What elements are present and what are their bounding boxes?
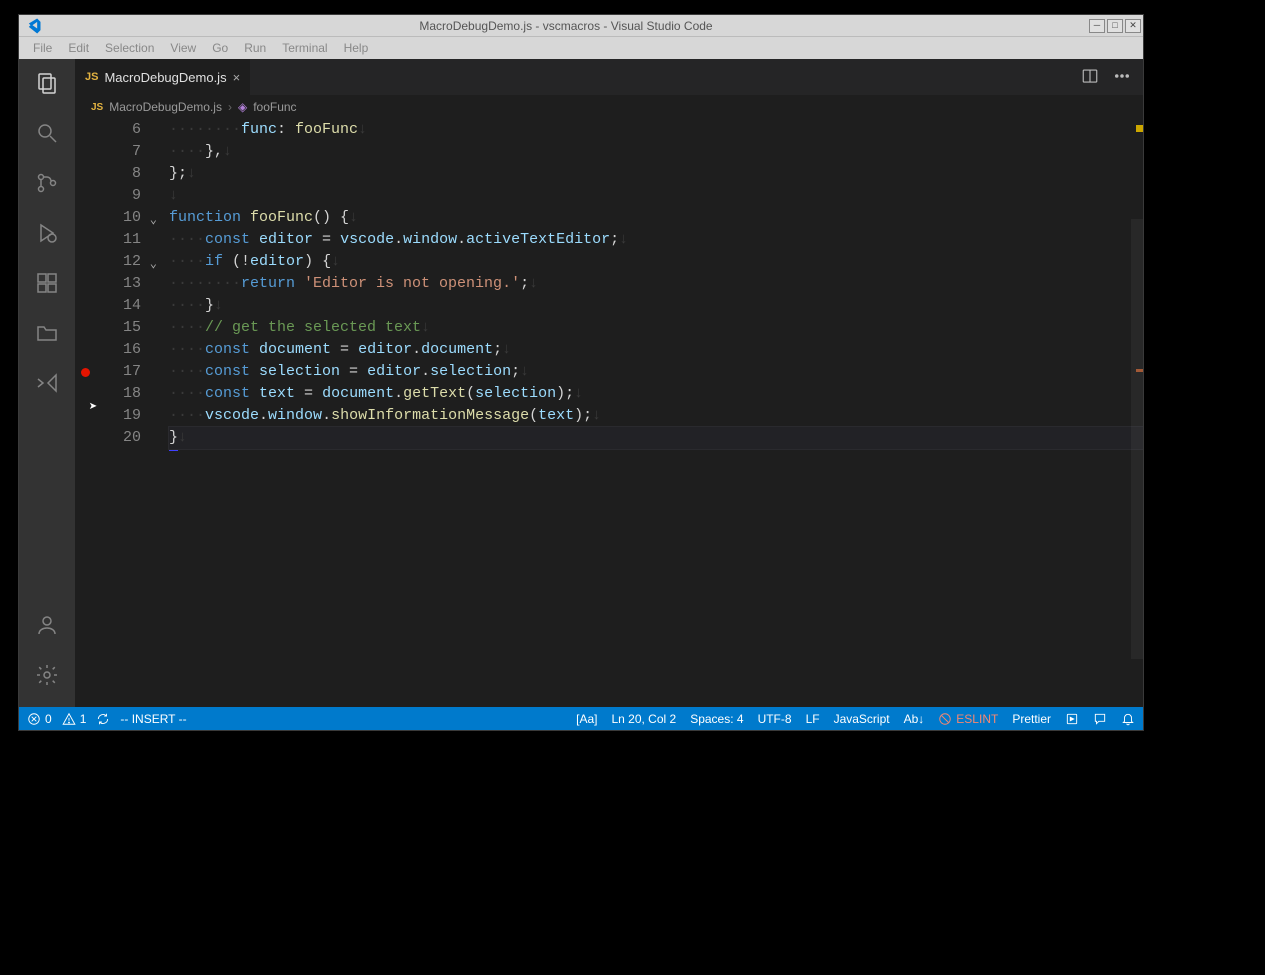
code-line[interactable]: };↓ (169, 163, 1143, 185)
status-encoding[interactable]: UTF-8 (758, 712, 792, 726)
line-number[interactable]: 11 (75, 229, 141, 251)
menu-help[interactable]: Help (336, 39, 377, 57)
code-line[interactable]: ····const text = document.getText(select… (169, 383, 1143, 405)
js-icon: JS (91, 102, 103, 113)
breadcrumb[interactable]: JS MacroDebugDemo.js › ◈ fooFunc (75, 95, 1143, 119)
status-errors[interactable]: 0 (27, 712, 52, 726)
code-line[interactable]: ········return 'Editor is not opening.';… (169, 273, 1143, 295)
line-number[interactable]: 7 (75, 141, 141, 163)
code-line[interactable]: ····// get the selected text↓ (169, 317, 1143, 339)
settings-icon[interactable] (33, 661, 61, 689)
vs-icon[interactable] (33, 369, 61, 397)
code-line[interactable]: function fooFunc() {↓ (169, 207, 1143, 229)
folder-icon[interactable] (33, 319, 61, 347)
run-debug-icon[interactable] (33, 219, 61, 247)
gutter[interactable]: 678910⌄1112⌄1314151617181920 (75, 119, 149, 707)
fold-icon[interactable]: ⌄ (150, 209, 157, 231)
menu-run[interactable]: Run (236, 39, 274, 57)
status-warnings[interactable]: 1 (62, 712, 87, 726)
fold-icon[interactable]: ⌄ (150, 253, 157, 275)
search-icon[interactable] (33, 119, 61, 147)
code-line[interactable]: ····if (!editor) {↓ (169, 251, 1143, 273)
menu-terminal[interactable]: Terminal (274, 39, 335, 57)
status-vim-mode: -- INSERT -- (120, 712, 186, 726)
line-number[interactable]: 16 (75, 339, 141, 361)
line-number[interactable]: 20 (75, 427, 141, 449)
line-number[interactable]: 12⌄ (75, 251, 141, 273)
line-number[interactable]: 8 (75, 163, 141, 185)
minimize-button[interactable]: ─ (1089, 19, 1105, 33)
status-case[interactable]: [Aa] (576, 712, 597, 726)
split-editor-icon[interactable] (1081, 67, 1099, 88)
explorer-icon[interactable] (33, 69, 61, 97)
status-eol[interactable]: LF (806, 712, 820, 726)
line-number[interactable]: 19 (75, 405, 141, 427)
minimap-viewport[interactable] (1131, 219, 1143, 659)
minimap-warning-marker (1136, 125, 1143, 132)
maximize-button[interactable]: □ (1107, 19, 1123, 33)
code-line[interactable]: ····const document = editor.document;↓ (169, 339, 1143, 361)
statusbar: 0 1 -- INSERT -- [Aa] Ln 20, Col 2 Space… (19, 707, 1143, 730)
js-icon: JS (85, 71, 98, 83)
menu-selection[interactable]: Selection (97, 39, 162, 57)
line-number[interactable]: 14 (75, 295, 141, 317)
more-actions-icon[interactable] (1113, 67, 1131, 88)
editor-group: JS MacroDebugDemo.js × JS MacroDebugDemo… (75, 59, 1143, 707)
status-feedback-icon[interactable] (1093, 712, 1107, 726)
tab-label: MacroDebugDemo.js (104, 70, 226, 85)
status-preview-icon[interactable] (1065, 712, 1079, 726)
menu-file[interactable]: File (25, 39, 60, 57)
status-eslint[interactable]: ESLINT (938, 712, 998, 726)
menu-view[interactable]: View (162, 39, 204, 57)
line-number[interactable]: 17 (75, 361, 141, 383)
breadcrumb-symbol[interactable]: fooFunc (253, 100, 296, 114)
window-title: MacroDebugDemo.js - vscmacros - Visual S… (43, 19, 1089, 33)
status-spaces[interactable]: Spaces: 4 (690, 712, 743, 726)
tabs: JS MacroDebugDemo.js × (75, 59, 1143, 95)
titlebar: MacroDebugDemo.js - vscmacros - Visual S… (19, 15, 1143, 37)
status-prettier[interactable]: Prettier (1012, 712, 1051, 726)
status-language[interactable]: JavaScript (834, 712, 890, 726)
code-line[interactable]: ····},↓ (169, 141, 1143, 163)
breakpoint-icon[interactable] (81, 368, 90, 377)
extensions-icon[interactable] (33, 269, 61, 297)
symbol-icon: ◈ (238, 100, 247, 114)
code-line[interactable]: ↓ (169, 185, 1143, 207)
line-number[interactable]: 18 (75, 383, 141, 405)
code-line[interactable]: }↓ (169, 427, 1143, 449)
line-number[interactable]: 13 (75, 273, 141, 295)
editor[interactable]: 678910⌄1112⌄1314151617181920 ········fun… (75, 119, 1143, 707)
minimap[interactable] (1129, 119, 1143, 707)
activitybar (19, 59, 75, 707)
code-line[interactable]: ····}↓ (169, 295, 1143, 317)
status-sync[interactable] (96, 712, 110, 726)
status-spell[interactable]: Ab↓ (904, 712, 925, 726)
breadcrumb-file[interactable]: MacroDebugDemo.js (109, 100, 222, 114)
line-number[interactable]: 6 (75, 119, 141, 141)
menu-go[interactable]: Go (204, 39, 236, 57)
code-area[interactable]: ········func: fooFunc↓····},↓};↓↓functio… (169, 119, 1143, 707)
source-control-icon[interactable] (33, 169, 61, 197)
vscode-window: MacroDebugDemo.js - vscmacros - Visual S… (18, 14, 1144, 731)
menu-edit[interactable]: Edit (60, 39, 97, 57)
line-number[interactable]: 15 (75, 317, 141, 339)
line-number[interactable]: 9 (75, 185, 141, 207)
status-bell-icon[interactable] (1121, 712, 1135, 726)
account-icon[interactable] (33, 611, 61, 639)
tab-close-icon[interactable]: × (233, 70, 241, 85)
code-line[interactable]: ····const selection = editor.selection;↓ (169, 361, 1143, 383)
status-position[interactable]: Ln 20, Col 2 (611, 712, 676, 726)
code-line[interactable]: ····vscode.window.showInformationMessage… (169, 405, 1143, 427)
menubar: File Edit Selection View Go Run Terminal… (19, 37, 1143, 59)
vscode-icon (23, 16, 43, 36)
tab-macrodebug[interactable]: JS MacroDebugDemo.js × (75, 59, 251, 95)
close-button[interactable]: ✕ (1125, 19, 1141, 33)
code-line[interactable]: ········func: fooFunc↓ (169, 119, 1143, 141)
line-number[interactable]: 10⌄ (75, 207, 141, 229)
chevron-right-icon: › (228, 100, 232, 114)
code-line[interactable]: ····const editor = vscode.window.activeT… (169, 229, 1143, 251)
